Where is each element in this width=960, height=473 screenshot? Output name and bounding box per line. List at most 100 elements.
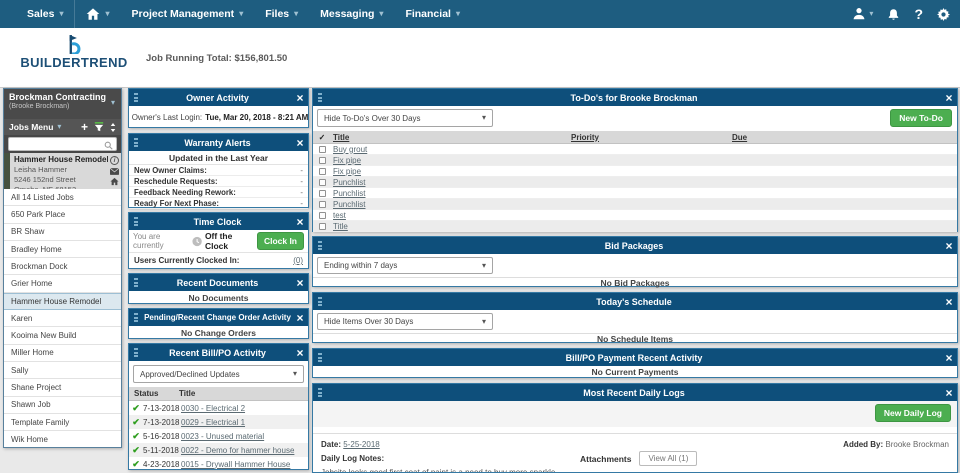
column-header-due[interactable]: Due bbox=[730, 133, 957, 142]
job-list-item[interactable]: Miller Home bbox=[4, 345, 121, 362]
drag-handle-icon[interactable] bbox=[129, 138, 143, 147]
selected-job-info: Hammer House Remodel Leisha Hammer 5246 … bbox=[10, 153, 108, 189]
close-icon[interactable]: × bbox=[292, 137, 308, 149]
drag-handle-icon[interactable] bbox=[313, 241, 327, 250]
job-list-item[interactable]: Brockman Dock bbox=[4, 258, 121, 275]
envelope-icon[interactable] bbox=[110, 168, 119, 175]
job-list-item[interactable]: Wik Home bbox=[4, 431, 121, 447]
sort-icon[interactable] bbox=[110, 123, 116, 132]
bill-title-link[interactable]: 0015 - Drywall Hammer House bbox=[181, 460, 308, 469]
job-list-item[interactable]: Hammer House Remodel bbox=[4, 293, 121, 310]
notifications-button[interactable] bbox=[887, 8, 900, 21]
view-all-attachments-button[interactable]: View All (1) bbox=[639, 451, 697, 466]
job-list-item[interactable]: Shawn Job bbox=[4, 397, 121, 414]
drag-handle-icon[interactable] bbox=[129, 313, 143, 322]
todo-checkbox[interactable] bbox=[319, 168, 326, 175]
nav-sales[interactable]: Sales ▾ bbox=[16, 0, 74, 28]
todo-title-link[interactable]: Fix pipe bbox=[333, 156, 361, 165]
bill-title-link[interactable]: 0029 - Electrical 1 bbox=[181, 418, 308, 427]
column-header-priority[interactable]: Priority bbox=[569, 133, 730, 142]
todos-filter-select[interactable]: Hide To-Do's Over 30 Days ▾ bbox=[317, 109, 493, 127]
new-todo-button[interactable]: New To-Do bbox=[890, 109, 952, 127]
todo-checkbox[interactable] bbox=[319, 212, 326, 219]
clock-in-button[interactable]: Clock In bbox=[257, 232, 304, 250]
job-list-item[interactable]: Karen bbox=[4, 310, 121, 327]
todo-title-link[interactable]: Title bbox=[333, 222, 348, 231]
job-list-item[interactable]: BR Shaw bbox=[4, 224, 121, 241]
drag-handle-icon[interactable] bbox=[313, 93, 327, 102]
job-list-item[interactable]: Template Family bbox=[4, 414, 121, 431]
drag-handle-icon[interactable] bbox=[129, 348, 143, 357]
add-job-button[interactable]: + bbox=[81, 121, 88, 133]
all-jobs-item[interactable]: All 14 Listed Jobs bbox=[4, 189, 121, 206]
close-icon[interactable]: × bbox=[941, 296, 957, 308]
new-daily-log-button[interactable]: New Daily Log bbox=[875, 404, 951, 422]
job-info-icon[interactable]: i bbox=[110, 156, 119, 165]
warranty-row: Ready For Next Phase: - bbox=[129, 198, 308, 209]
drag-handle-icon[interactable] bbox=[313, 353, 327, 362]
nav-home[interactable]: ▾ bbox=[75, 0, 120, 28]
clocked-in-count-link[interactable]: (0) bbox=[293, 256, 303, 265]
job-home-icon[interactable] bbox=[110, 177, 119, 186]
close-icon[interactable]: × bbox=[941, 92, 957, 104]
bill-title-link[interactable]: 0030 - Electrical 2 bbox=[181, 404, 308, 413]
todo-title-link[interactable]: Fix pipe bbox=[333, 167, 361, 176]
nav-files[interactable]: Files ▾ bbox=[254, 0, 309, 28]
drag-handle-icon[interactable] bbox=[129, 93, 143, 102]
close-icon[interactable]: × bbox=[292, 312, 308, 324]
job-list-item[interactable]: Bradley Home bbox=[4, 241, 121, 258]
close-icon[interactable]: × bbox=[941, 387, 957, 399]
close-icon[interactable]: × bbox=[292, 216, 308, 228]
todo-title-link[interactable]: Punchlist bbox=[333, 189, 365, 198]
todo-title-link[interactable]: Punchlist bbox=[333, 178, 365, 187]
bid-packages-filter-select[interactable]: Ending within 7 days ▾ bbox=[317, 257, 493, 274]
job-list-item-label: Brockman Dock bbox=[11, 262, 67, 271]
job-list-item[interactable]: Grier Home bbox=[4, 275, 121, 292]
todo-checkbox[interactable] bbox=[319, 223, 326, 230]
column-header-title[interactable]: Title bbox=[331, 133, 569, 142]
todo-title-link[interactable]: Buy grout bbox=[333, 145, 367, 154]
drag-handle-icon[interactable] bbox=[313, 388, 327, 397]
bill-title-link[interactable]: 0023 - Unused material bbox=[181, 432, 308, 441]
job-list-item[interactable]: 650 Park Place bbox=[4, 206, 121, 223]
drag-handle-icon[interactable] bbox=[313, 297, 327, 306]
schedule-filter-select[interactable]: Hide Items Over 30 Days ▾ bbox=[317, 313, 493, 330]
todo-checkbox[interactable] bbox=[319, 179, 326, 186]
close-icon[interactable]: × bbox=[941, 352, 957, 364]
job-list-item[interactable]: Kooima New Build bbox=[4, 327, 121, 344]
todo-checkbox[interactable] bbox=[319, 201, 326, 208]
selected-job-card[interactable]: Hammer House Remodel Leisha Hammer 5246 … bbox=[4, 153, 121, 189]
caret-down-icon: ▾ bbox=[379, 10, 383, 18]
drag-handle-icon[interactable] bbox=[129, 217, 143, 226]
filter-icon[interactable] bbox=[94, 122, 104, 132]
drag-handle-icon[interactable] bbox=[129, 278, 143, 287]
todo-title-link[interactable]: Punchlist bbox=[333, 200, 365, 209]
jobs-menu-button[interactable]: Jobs Menu bbox=[9, 122, 53, 132]
nav-financial[interactable]: Financial ▾ bbox=[394, 0, 471, 28]
close-icon[interactable]: × bbox=[292, 347, 308, 359]
todo-checkbox[interactable] bbox=[319, 190, 326, 197]
company-switcher[interactable]: Brockman Contracting (Brooke Brockman) ▾ bbox=[4, 89, 121, 119]
clocked-in-label: Users Currently Clocked In: bbox=[134, 256, 239, 265]
bill-title-link[interactable]: 0022 - Demo for hammer house bbox=[181, 446, 308, 455]
todo-checkbox[interactable] bbox=[319, 157, 326, 164]
close-icon[interactable]: × bbox=[941, 240, 957, 252]
job-list-item[interactable]: Shane Project bbox=[4, 379, 121, 396]
nav-messaging[interactable]: Messaging ▾ bbox=[309, 0, 394, 28]
todo-row: Fix pipe bbox=[313, 166, 957, 177]
panel-title: Bill/PO Payment Recent Activity bbox=[327, 353, 941, 363]
job-search-input[interactable] bbox=[8, 137, 117, 151]
todo-title-link[interactable]: test bbox=[333, 211, 346, 220]
user-account-button[interactable]: ▾ bbox=[852, 7, 873, 21]
close-icon[interactable]: × bbox=[292, 277, 308, 289]
daily-log-date-link[interactable]: 5-25-2018 bbox=[343, 440, 379, 449]
settings-button[interactable] bbox=[937, 8, 950, 21]
help-button[interactable]: ? bbox=[914, 6, 923, 22]
job-list-item[interactable]: Sally bbox=[4, 362, 121, 379]
attachments-label: Attachments bbox=[580, 454, 631, 464]
nav-project-management[interactable]: Project Management ▾ bbox=[120, 0, 254, 28]
bill-po-filter-select[interactable]: Approved/Declined Updates ▾ bbox=[133, 365, 304, 383]
todo-checkbox[interactable] bbox=[319, 146, 326, 153]
buildertrend-logo[interactable]: BUILDERTREND bbox=[30, 35, 118, 70]
close-icon[interactable]: × bbox=[292, 92, 308, 104]
